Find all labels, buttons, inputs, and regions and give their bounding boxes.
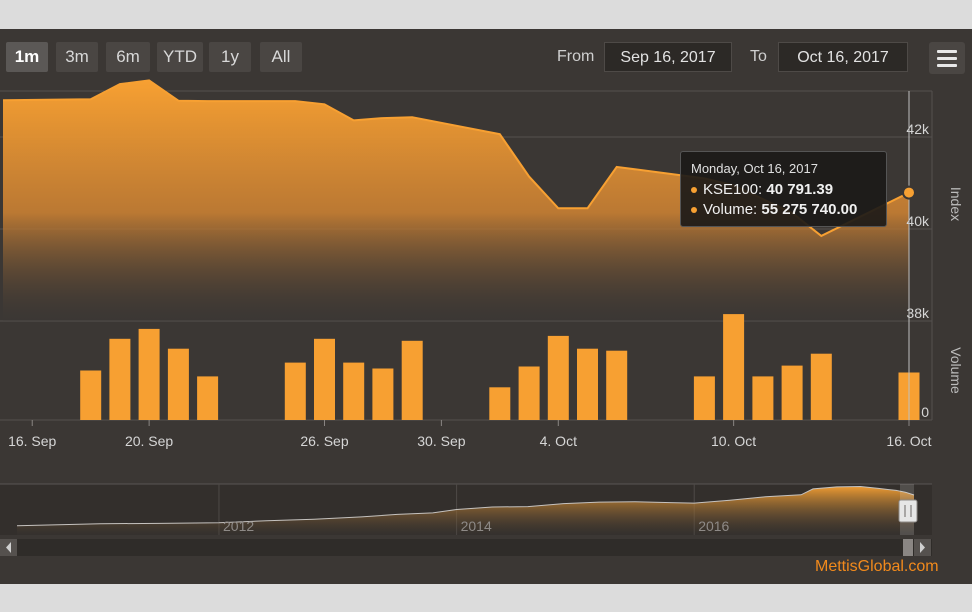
navigator-handle[interactable]	[898, 499, 918, 523]
chart-widget: 1m 3m 6m YTD 1y All From Sep 16, 2017 To Oct …	[0, 29, 972, 584]
volume-bar	[138, 328, 160, 420]
x-tick-label: 4. Oct	[540, 433, 577, 449]
volume-bar	[810, 353, 832, 420]
volume-bar	[547, 335, 569, 420]
volume-bar	[693, 376, 715, 420]
tooltip-row-kse100: KSE100: 40 791.39	[691, 180, 876, 200]
scrollbar-track[interactable]	[0, 539, 932, 556]
y-tick-label: 42k	[906, 121, 930, 137]
navigator[interactable]: 2012 2014 2016	[0, 483, 932, 535]
navigator-handle-grip[interactable]	[898, 499, 918, 523]
volume-bar	[284, 362, 306, 420]
volume-bar	[577, 348, 598, 420]
scrollbar[interactable]	[0, 539, 932, 556]
volume-bar	[372, 368, 394, 420]
volume-axis-title: Volume	[948, 347, 964, 394]
hover-point-marker[interactable]	[902, 185, 916, 200]
navigator-tick-label: 2012	[223, 518, 254, 534]
volume-bar	[197, 376, 219, 420]
navigator-tick-label: 2014	[461, 518, 492, 534]
tooltip-row-volume: Volume: 55 275 740.00	[691, 200, 876, 220]
navigator-tick-label: 2016	[698, 518, 729, 534]
x-tick-label: 10. Oct	[711, 433, 756, 449]
stock-chart-svg: 38k 40k 42k 0 16. Sep 20. Sep 26. Sep 30. Sep 4…	[0, 79, 964, 556]
volume-bar	[723, 314, 745, 420]
volume-bar	[518, 366, 540, 420]
index-axis-title: Index	[948, 187, 964, 221]
x-tick-label: 16. Oct	[886, 433, 931, 449]
volume-bar	[80, 370, 102, 420]
volume-bars	[80, 314, 920, 420]
series-dot-icon	[691, 187, 697, 194]
series-dot-icon	[691, 207, 697, 214]
volume-bar	[343, 362, 365, 420]
y-tick-label: 40k	[906, 213, 930, 229]
volume-bar	[167, 348, 189, 420]
y-tick-label: 38k	[906, 305, 930, 321]
scrollbar-thumb[interactable]	[903, 539, 913, 556]
x-tick-label: 30. Sep	[417, 433, 465, 449]
tooltip: Monday, Oct 16, 2017 KSE100: 40 791.39 V…	[680, 151, 887, 227]
tooltip-label-volume: Volume:	[703, 201, 758, 218]
volume-bar	[314, 338, 335, 420]
tooltip-label-kse100: KSE100:	[703, 181, 763, 198]
tooltip-value-volume: 55 275 740.00	[761, 201, 858, 218]
y-tick-label: 0	[921, 404, 929, 420]
volume-bar	[109, 338, 131, 420]
x-axis-ticks: 16. Sep 20. Sep 26. Sep 30. Sep 4. Oct 10. Oc…	[8, 420, 932, 449]
credit-text: MettisGlobal.com	[815, 558, 939, 575]
volume-bar	[401, 340, 423, 420]
tooltip-value-kse100: 40 791.39	[766, 181, 834, 198]
x-tick-label: 26. Sep	[300, 433, 348, 449]
volume-bar	[781, 365, 803, 420]
volume-bar	[606, 350, 628, 420]
x-tick-label: 20. Sep	[125, 433, 173, 449]
tooltip-header: Monday, Oct 16, 2017	[691, 161, 818, 176]
volume-bar	[489, 387, 511, 420]
x-tick-label: 16. Sep	[8, 433, 56, 449]
volume-bar	[752, 376, 774, 420]
